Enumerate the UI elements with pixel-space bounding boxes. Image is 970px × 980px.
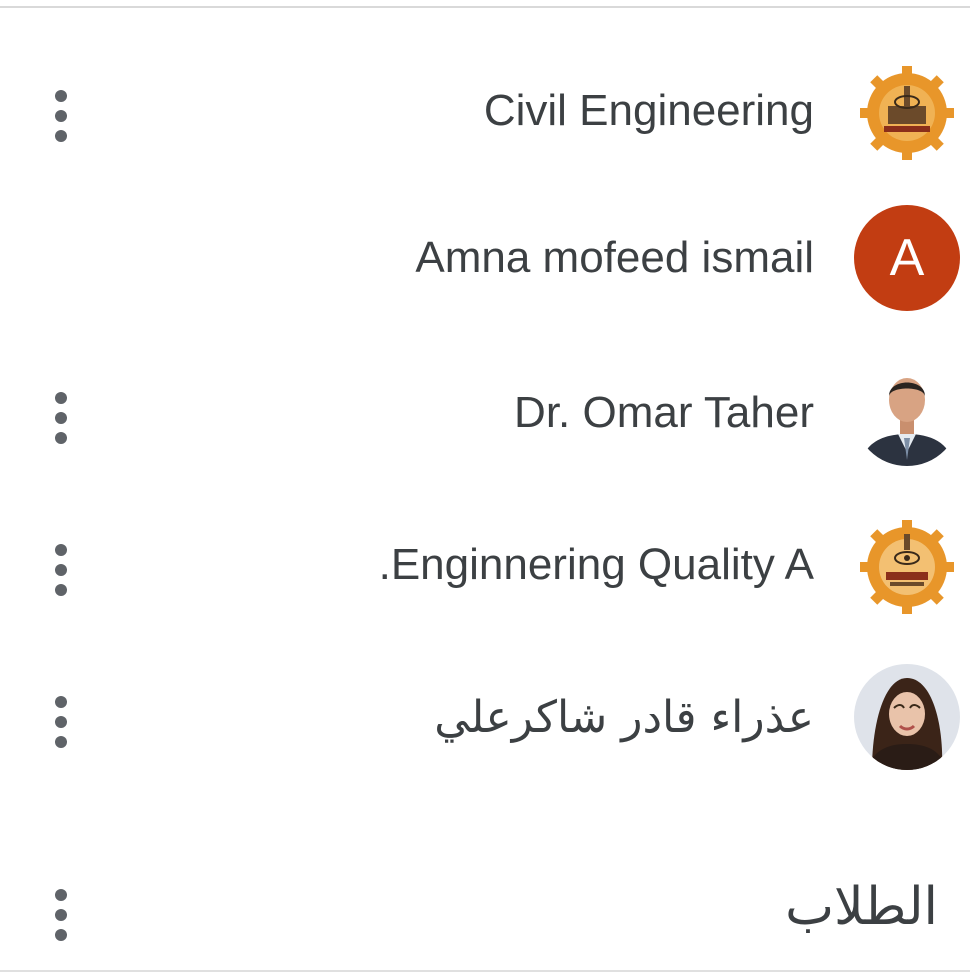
list-item-person[interactable]: Civil Engineering [0,58,970,178]
avatar-gear-logo-icon [854,58,960,164]
more-options-icon[interactable] [46,390,76,446]
person-name: عذراء قادر شاكرعلي [434,692,814,743]
person-name: .Enginnering Quality A [378,540,814,589]
more-options-icon[interactable] [46,88,76,144]
list-item-person[interactable]: .Enginnering Quality A [0,512,970,632]
person-name: Civil Engineering [483,86,814,135]
list-item-person[interactable]: A Amna mofeed ismail [0,205,970,325]
more-options-icon[interactable] [46,542,76,598]
person-name: Amna mofeed ismail [415,233,814,282]
bottom-divider [0,970,970,972]
more-options-icon[interactable] [46,694,76,750]
person-name: Dr. Omar Taher [514,388,814,437]
more-options-icon[interactable] [46,887,76,943]
avatar: A [854,205,960,311]
section-title: الطلاب [785,877,938,937]
list-item-person[interactable]: Dr. Omar Taher [0,360,970,480]
people-list-page: Civil Engineering A Amna mofeed ismail D… [0,0,970,980]
students-section-header: الطلاب [0,855,970,965]
avatar-gear-logo-icon [854,512,960,618]
list-item-person[interactable]: عذراء قادر شاكرعلي [0,664,970,784]
avatar-photo [854,664,960,770]
top-divider [0,0,970,8]
avatar-photo [854,360,960,466]
